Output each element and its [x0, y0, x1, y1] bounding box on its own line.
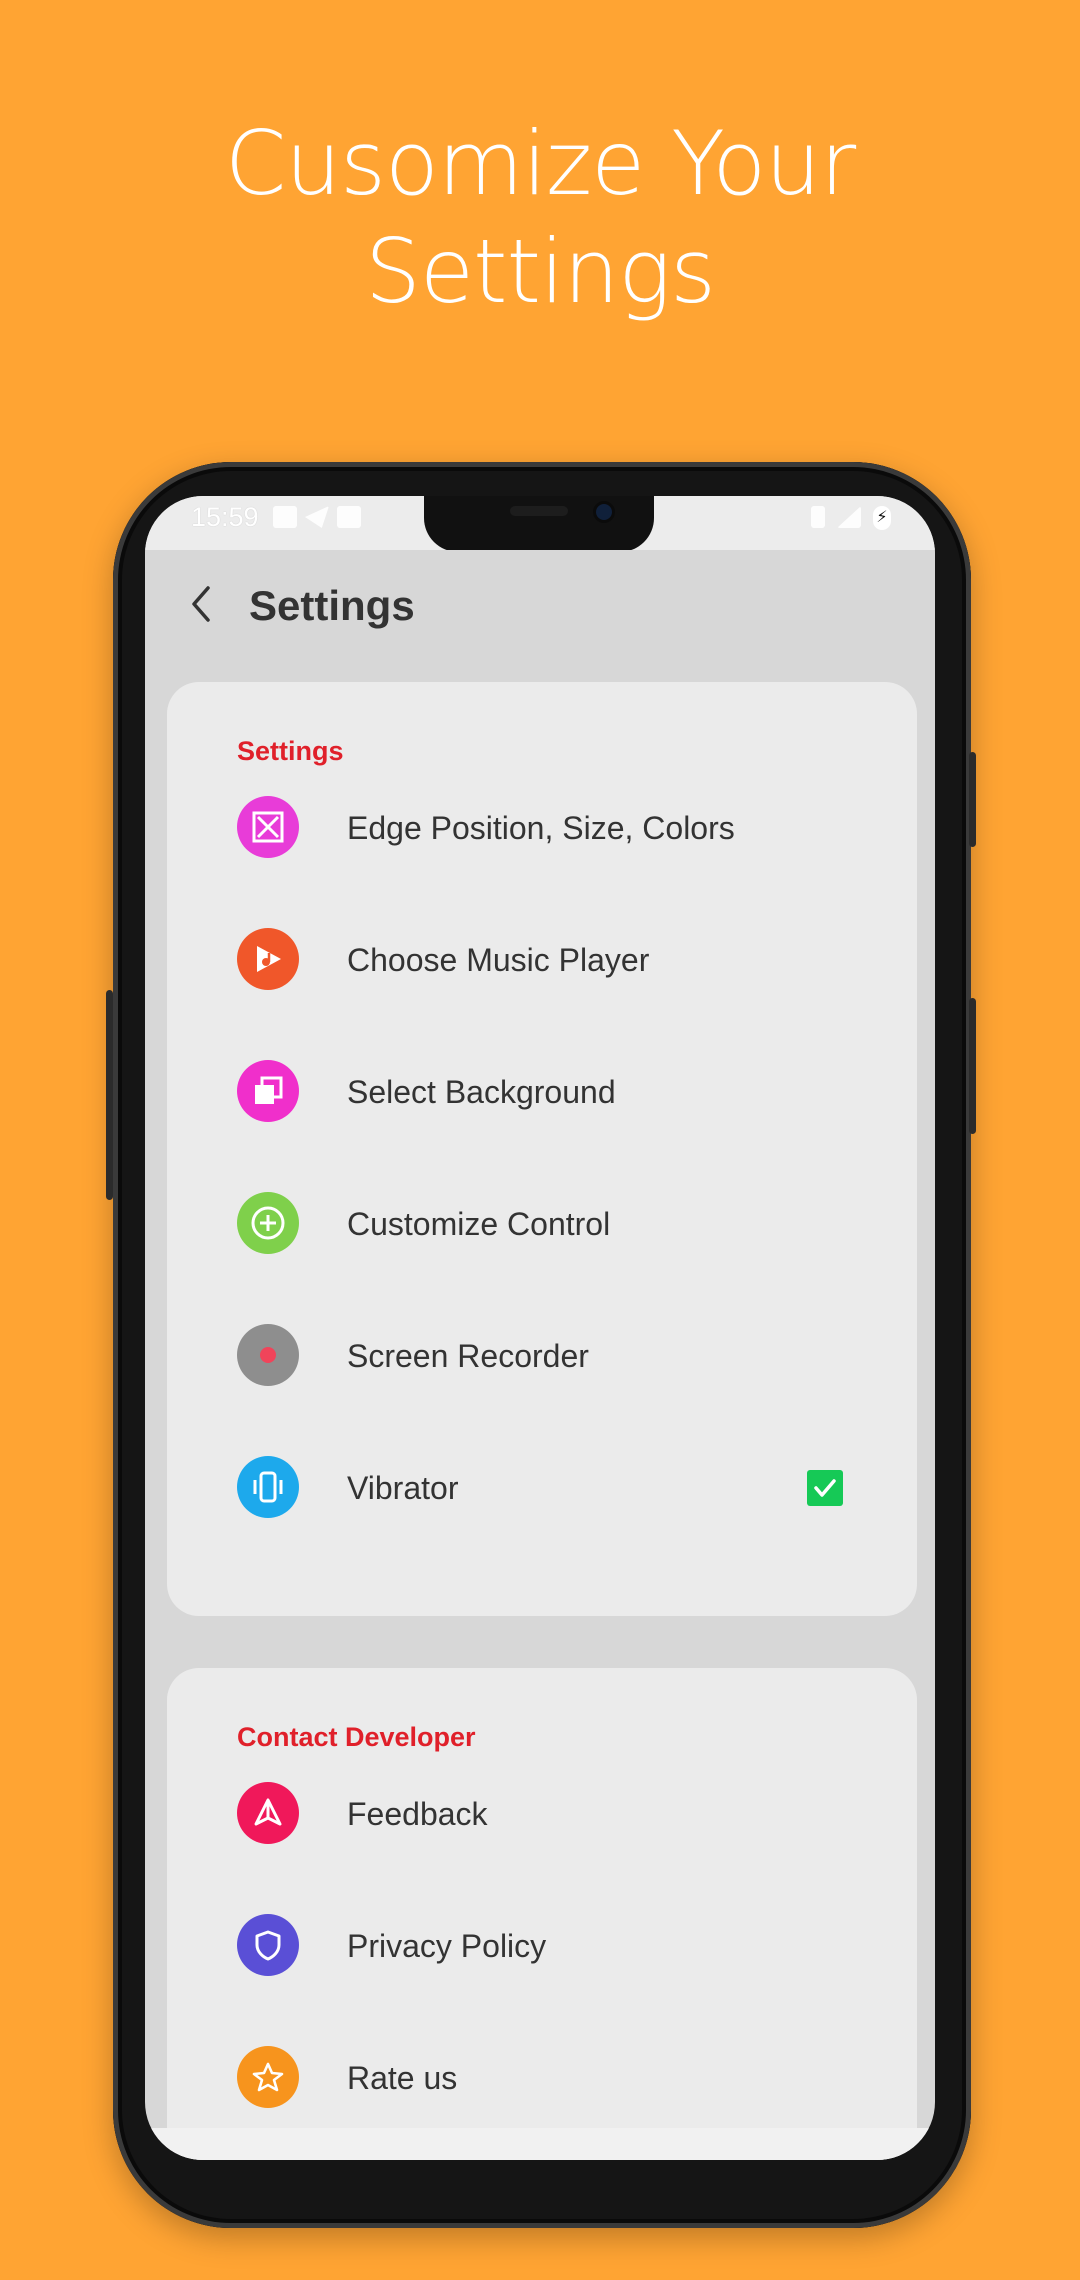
section-title-settings: Settings: [237, 736, 344, 766]
battery-charging-icon: ⚡: [873, 506, 891, 530]
contact-item-privacy-policy[interactable]: Privacy Policy: [215, 1884, 875, 2004]
shield-icon: [237, 1914, 299, 1976]
settings-item-edge-position[interactable]: Edge Position, Size, Colors: [215, 766, 875, 886]
earpiece-speaker: [510, 506, 568, 516]
front-camera: [596, 504, 612, 520]
contact-developer-card: Contact Developer Feedback Privacy Polic…: [167, 1668, 917, 2160]
send-icon: [237, 1782, 299, 1844]
vibrate-icon: [237, 1456, 299, 1518]
settings-item-customize-control[interactable]: Customize Control: [215, 1162, 875, 1282]
camera-notch: [424, 496, 654, 552]
checkmark-icon: [814, 1479, 836, 1497]
status-time: 15:59: [191, 502, 259, 532]
chevron-left-icon: [192, 586, 210, 622]
phone-screen: 15:59 ⚡ Settings Settings Edge Position,…: [145, 496, 935, 2160]
promo-headline-line1: Cusomize Your: [224, 112, 856, 215]
record-icon: [237, 1324, 299, 1386]
page-title: Settings: [249, 582, 415, 629]
add-circle-icon: [237, 1192, 299, 1254]
settings-item-label: Customize Control: [347, 1206, 611, 1242]
promo-headline-line2: Settings: [365, 220, 716, 323]
section-title-contact-developer: Contact Developer: [237, 1722, 476, 1752]
settings-item-label: Vibrator: [347, 1470, 459, 1506]
bluetooth-icon: [811, 506, 825, 528]
contact-item-label: Privacy Policy: [347, 1928, 547, 1964]
app-bar: Settings: [145, 550, 935, 660]
settings-item-music-player[interactable]: Choose Music Player: [215, 898, 875, 1018]
notification-icon: [273, 506, 297, 528]
settings-item-label: Choose Music Player: [347, 942, 650, 978]
nav-bar: [145, 2128, 935, 2160]
edge-position-icon: [237, 796, 299, 858]
phone-power-button: [969, 998, 976, 1134]
settings-item-vibrator[interactable]: Vibrator: [215, 1426, 875, 1546]
contact-item-label: Feedback: [347, 1796, 488, 1832]
settings-item-screen-recorder[interactable]: Screen Recorder: [215, 1294, 875, 1414]
settings-item-label: Edge Position, Size, Colors: [347, 810, 735, 846]
notification-icons: [273, 506, 361, 528]
settings-item-label: Select Background: [347, 1074, 616, 1110]
settings-item-background[interactable]: Select Background: [215, 1030, 875, 1150]
system-icons: ⚡: [811, 506, 891, 530]
vibrator-checkbox[interactable]: [807, 1470, 843, 1506]
back-button[interactable]: [177, 580, 225, 628]
signal-icon: [837, 506, 861, 528]
phone-volume-button: [106, 990, 113, 1200]
promo-headline: Cusomize Your Settings: [0, 110, 1080, 326]
star-icon: [237, 2046, 299, 2108]
contact-item-feedback[interactable]: Feedback: [215, 1752, 875, 1872]
contact-item-label: Rate us: [347, 2060, 458, 2096]
phone-alert-slider: [969, 752, 976, 847]
contact-item-rate-us[interactable]: Rate us: [215, 2016, 875, 2136]
notification-icon: [337, 506, 361, 528]
settings-item-label: Screen Recorder: [347, 1338, 589, 1374]
settings-card: Settings Edge Position, Size, Colors Cho…: [167, 682, 917, 1616]
background-icon: [237, 1060, 299, 1122]
music-player-icon: [237, 928, 299, 990]
telegram-icon: [305, 506, 329, 528]
